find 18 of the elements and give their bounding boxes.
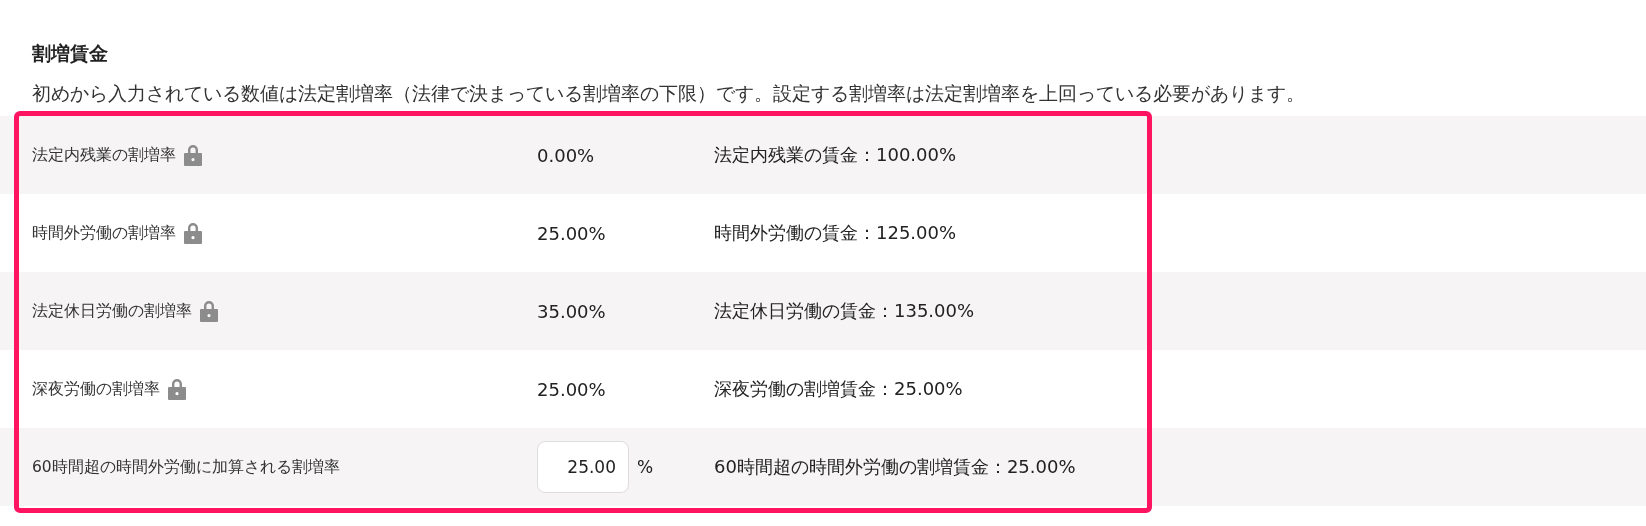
percent-unit: % bbox=[637, 457, 654, 477]
rate-value: 25.00% bbox=[537, 378, 606, 400]
wage-text: 法定休日労働の賃金：135.00% bbox=[714, 300, 975, 321]
rate-input[interactable]: 25.00 bbox=[537, 441, 629, 493]
rate-value: 35.00% bbox=[537, 300, 606, 322]
rate-label: 60時間超の時間外労働に加算される割増率 bbox=[32, 456, 340, 478]
rate-label: 時間外労働の割増率 bbox=[32, 222, 176, 244]
rate-value: 0.00% bbox=[537, 144, 595, 166]
wage-text: 時間外労働の賃金：125.00% bbox=[714, 222, 957, 243]
section-title: 割増賃金 bbox=[31, 41, 109, 66]
description-text: 初めから入力されている数値は法定割増率（法律で決まっている割増率の下限）です。設定する割増率は法定割増率を上回っている必要があります。 bbox=[32, 81, 1306, 106]
rate-label: 法定内残業の割増率 bbox=[32, 144, 176, 166]
wage-text: 深夜労働の割増賃金：25.00% bbox=[714, 378, 963, 399]
rate-label: 法定休日労働の割増率 bbox=[32, 300, 192, 322]
rate-value: 25.00% bbox=[537, 222, 606, 244]
wage-text: 法定内残業の賃金：100.00% bbox=[714, 144, 957, 165]
rate-label: 深夜労働の割増率 bbox=[32, 378, 160, 400]
wage-text: 60時間超の時間外労働の割増賃金：25.00% bbox=[714, 456, 1076, 477]
